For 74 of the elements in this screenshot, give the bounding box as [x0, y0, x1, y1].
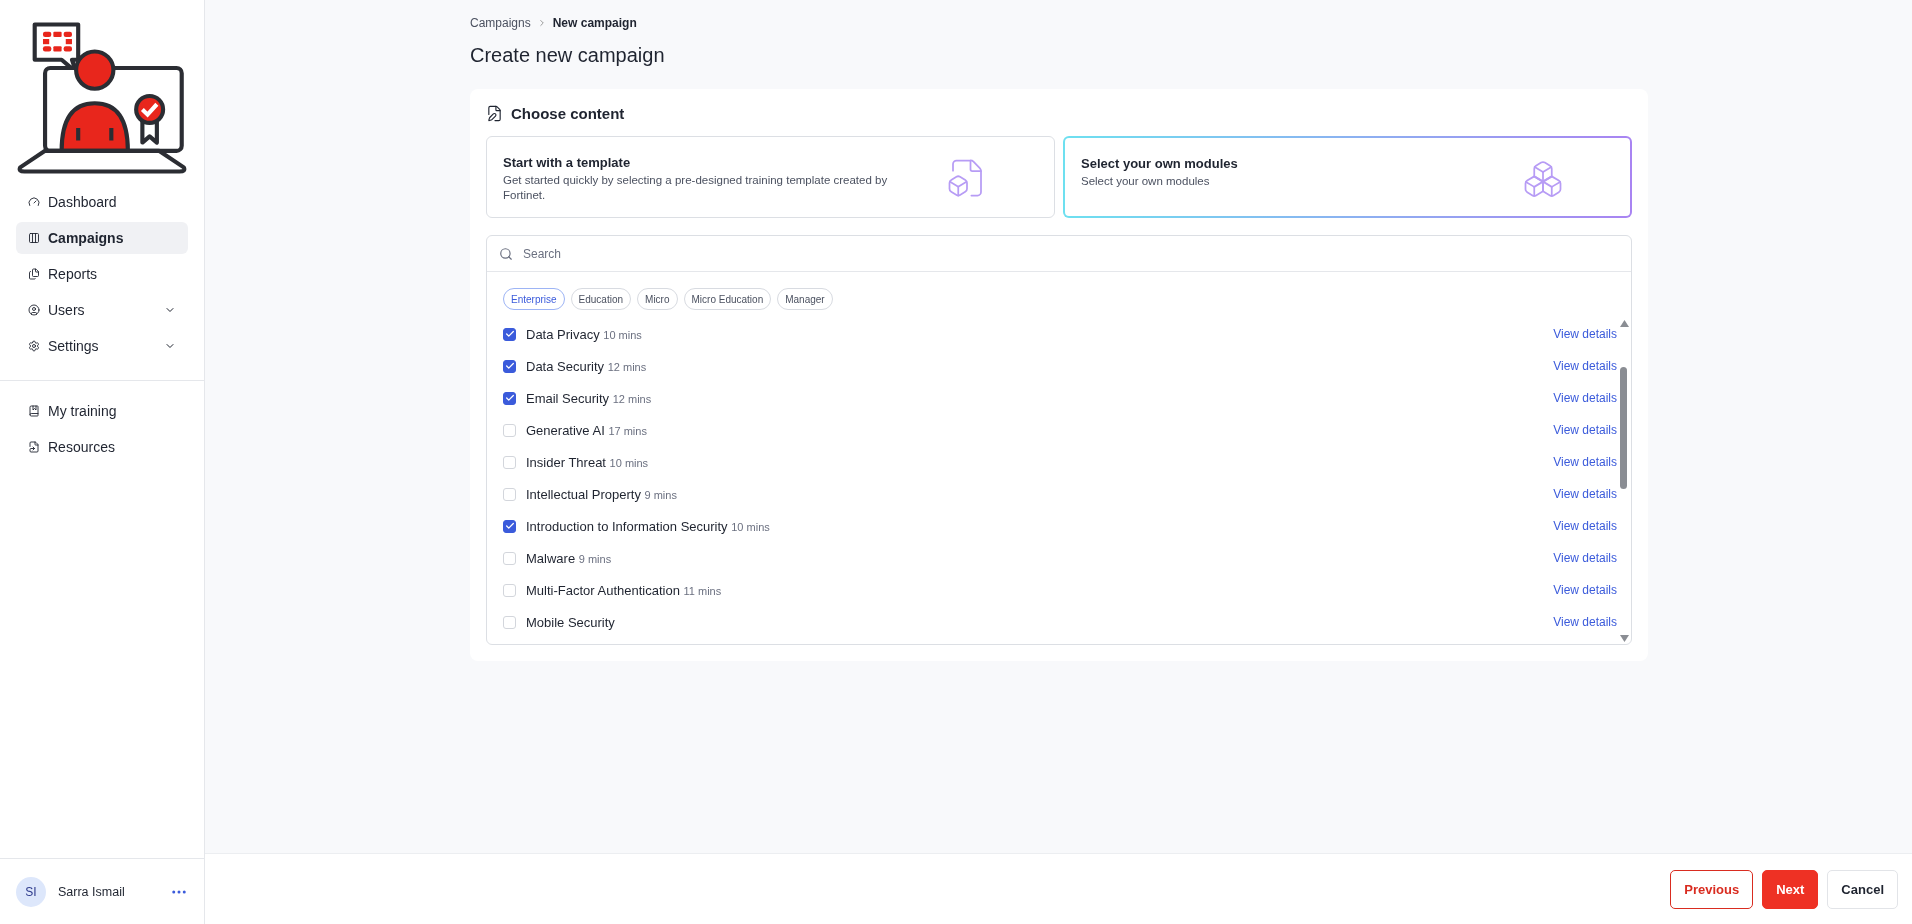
view-details-link[interactable]: View details [1553, 615, 1617, 629]
user-circle-icon [28, 304, 40, 316]
module-duration: 9 mins [578, 552, 612, 565]
boxes-icon [1522, 158, 1564, 200]
option-title: Select your own modules [1081, 156, 1239, 171]
option-title: Start with a template [503, 155, 632, 170]
columns-icon [28, 232, 40, 244]
book-icon [28, 405, 40, 417]
checkbox[interactable] [503, 327, 516, 341]
view-details-link[interactable]: View details [1553, 519, 1617, 533]
module-name: Multi-Factor Authentication [526, 582, 680, 598]
view-details-link[interactable]: View details [1553, 551, 1617, 565]
filter-chip[interactable]: Micro Education [683, 288, 772, 310]
module-name: Introduction to Information Security [526, 518, 728, 534]
module-duration: 12 mins [612, 392, 652, 405]
filter-chip[interactable]: Micro [637, 288, 678, 310]
module-duration: 10 mins [609, 456, 649, 469]
view-details-link[interactable]: View details [1553, 455, 1617, 469]
search-field[interactable]: Search [521, 245, 1619, 262]
documents-icon [28, 268, 40, 280]
module-name: Email Security [526, 390, 610, 406]
nav-item[interactable]: Users [16, 294, 188, 326]
module-name: Data Security [526, 358, 605, 374]
checkbox[interactable] [503, 391, 516, 405]
content-option-card[interactable]: Start with a template Get started quickly by selecting a pre-designed training template created by Fortinet. [486, 136, 1055, 218]
footer-button[interactable]: Cancel [1827, 869, 1898, 909]
option-description: Select your own modules [1081, 174, 1211, 189]
module-duration: 11 mins [683, 584, 722, 597]
breadcrumb-link[interactable]: Campaigns [470, 16, 531, 30]
scroll-down-icon[interactable] [1619, 635, 1629, 642]
checkbox[interactable] [503, 359, 516, 373]
checkbox[interactable] [503, 519, 516, 533]
module-duration: 17 mins [608, 424, 647, 437]
view-details-link[interactable]: View details [1553, 423, 1617, 437]
nav-item[interactable]: Resources [16, 431, 188, 463]
nav-item[interactable]: Dashboard [16, 186, 188, 218]
document-icon [28, 441, 40, 453]
module-duration: 10 mins [603, 328, 642, 341]
module-name: Malware [526, 550, 576, 566]
module-duration: 10 mins [731, 520, 770, 533]
content-option-card[interactable]: Select your own modules Select your own modules [1063, 136, 1632, 218]
filter-chip[interactable]: Manager [777, 288, 833, 310]
view-details-link[interactable]: View details [1553, 391, 1617, 405]
option-description: Get started quickly by selecting a pre-designed training template created by Fortinet. [503, 173, 889, 203]
scroll-up-icon[interactable] [1619, 320, 1629, 327]
filter-chip[interactable]: Education [570, 288, 632, 310]
footer-button[interactable]: Previous [1670, 869, 1754, 909]
nav-item[interactable]: Settings [16, 330, 188, 362]
filter-chip[interactable]: Enterprise [503, 288, 565, 310]
module-duration: 12 mins [607, 360, 647, 373]
module-name: Insider Threat [526, 454, 606, 470]
view-details-link[interactable]: View details [1553, 583, 1617, 597]
section-title: Choose content [511, 105, 625, 122]
gauge-icon [28, 196, 40, 208]
search-icon [499, 246, 513, 261]
module-name: Mobile Security [526, 614, 615, 630]
document-pen-icon [486, 105, 503, 122]
view-details-link[interactable]: View details [1553, 359, 1617, 373]
breadcrumb-current: New campaign [552, 16, 637, 30]
nav-item[interactable]: Reports [16, 258, 188, 290]
user-name: Sarra Ismail [58, 884, 126, 899]
nav-item[interactable]: Campaigns [16, 222, 188, 254]
nav-item[interactable]: My training [16, 395, 188, 427]
module-name: Intellectual Property [526, 486, 641, 502]
footer-button[interactable]: Next [1762, 869, 1819, 909]
module-name: Generative AI [526, 422, 605, 438]
user-avatar: SI [16, 876, 46, 907]
scrollbar-thumb[interactable] [1620, 367, 1627, 489]
module-name: Data Privacy [526, 326, 600, 342]
view-details-link[interactable]: View details [1553, 327, 1617, 341]
module-duration: 9 mins [644, 488, 677, 501]
view-details-link[interactable]: View details [1553, 487, 1617, 501]
settings-icon [28, 340, 40, 352]
page-title: Create new campaign [470, 44, 666, 67]
